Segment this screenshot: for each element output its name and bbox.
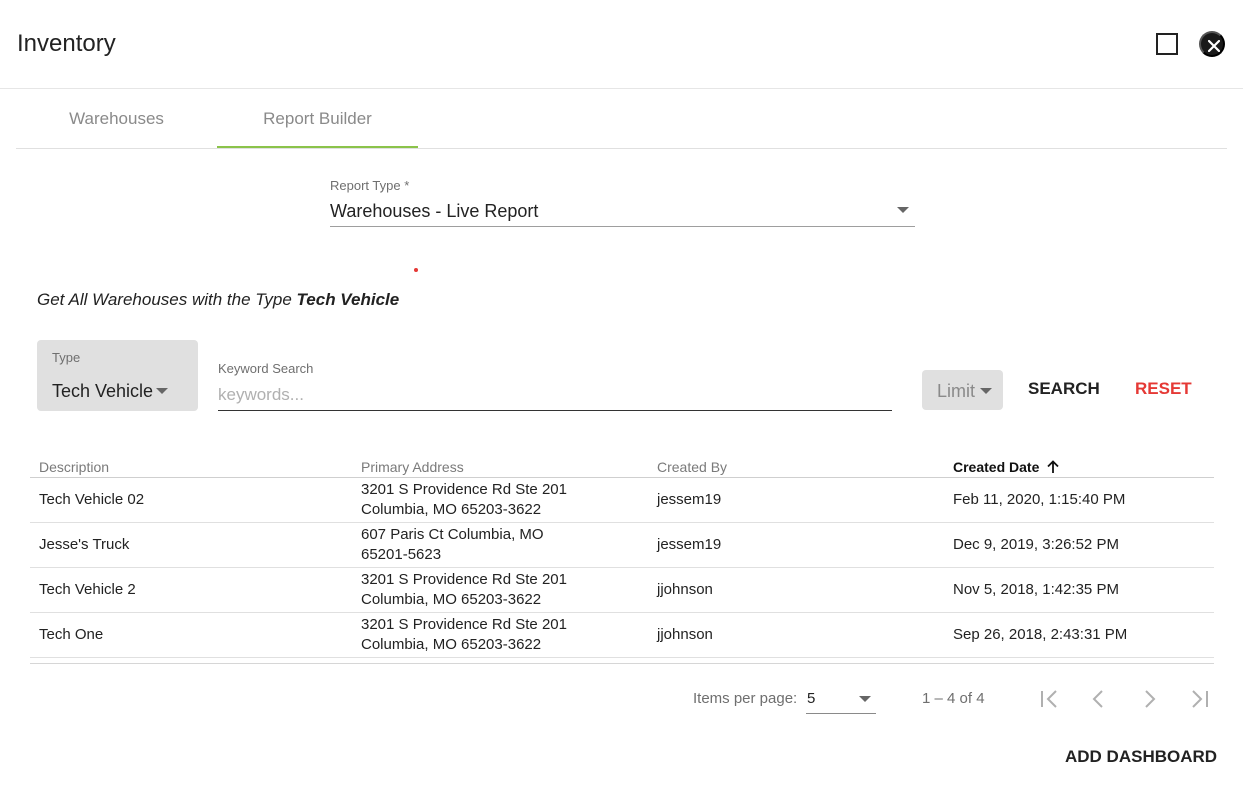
caret-down-icon xyxy=(156,388,168,394)
cell-description: Tech Vehicle 02 xyxy=(39,491,145,508)
query-description-type: Tech Vehicle xyxy=(296,290,400,309)
table-row[interactable]: Tech One 3201 S Providence Rd Ste 201 Col… xyxy=(30,613,1214,658)
tab-bar: Warehouses Report Builder xyxy=(16,89,1227,149)
next-page-icon[interactable] xyxy=(1136,686,1162,712)
table-bottom-divider xyxy=(30,663,1214,664)
column-header-created-by[interactable]: Created By xyxy=(657,459,727,475)
type-value: Tech Vehicle xyxy=(52,381,154,401)
indicator-dot xyxy=(414,268,418,272)
cell-created-by: jessem19 xyxy=(657,491,722,508)
limit-value: Limit xyxy=(937,381,976,401)
caret-down-icon xyxy=(897,207,909,213)
close-icon[interactable] xyxy=(1199,31,1225,57)
address-line-2: Columbia, MO 65203-3622 xyxy=(361,591,542,608)
type-label: Type xyxy=(52,350,81,365)
caret-down-icon xyxy=(980,388,992,394)
query-description-prefix: Get All Warehouses with the Type xyxy=(37,290,297,309)
table-row[interactable]: Tech Vehicle 02 3201 S Providence Rd Ste… xyxy=(30,478,1214,523)
items-per-page-select[interactable]: 5 xyxy=(806,688,876,714)
add-dashboard-button[interactable]: ADD DASHBOARD xyxy=(1065,747,1217,767)
search-button[interactable]: SEARCH xyxy=(1028,379,1100,399)
report-type-select[interactable]: Report Type * Warehouses - Live Report xyxy=(330,176,915,227)
cell-primary-address: 3201 S Providence Rd Ste 201 Columbia, MO… xyxy=(361,615,591,655)
tab-report-builder[interactable]: Report Builder xyxy=(217,89,418,148)
cell-description: Tech Vehicle 2 xyxy=(39,581,136,598)
table-row[interactable]: Jesse's Truck 607 Paris Ct Columbia, MO 6… xyxy=(30,523,1214,568)
cell-description: Tech One xyxy=(39,626,104,643)
address-line-1: 3201 S Providence Rd Ste 201 xyxy=(361,571,567,588)
keyword-search-input[interactable] xyxy=(218,384,888,406)
column-header-created-date-label: Created Date xyxy=(953,459,1040,475)
window-header: Inventory xyxy=(0,0,1243,89)
address-line-1: 607 Paris Ct Columbia, MO xyxy=(361,526,544,543)
page-range-label: 1 – 4 of 4 xyxy=(922,690,985,707)
warehouses-table: Description Primary Address Created By C… xyxy=(30,456,1214,658)
caret-down-icon xyxy=(859,696,871,702)
cell-created-date: Feb 11, 2020, 1:15:40 PM xyxy=(953,491,1126,508)
first-page-icon[interactable] xyxy=(1037,686,1063,712)
cell-created-by: jjohnson xyxy=(657,626,713,643)
window-title: Inventory xyxy=(17,30,116,57)
maximize-icon[interactable] xyxy=(1156,33,1178,55)
items-per-page-label: Items per page: xyxy=(693,690,798,707)
report-type-label: Report Type * xyxy=(330,178,410,193)
items-per-page-value: 5 xyxy=(807,690,816,707)
cell-created-date: Dec 9, 2019, 3:26:52 PM xyxy=(953,536,1119,553)
address-line-1: 3201 S Providence Rd Ste 201 xyxy=(361,481,567,498)
table-row[interactable]: Tech Vehicle 2 3201 S Providence Rd Ste … xyxy=(30,568,1214,613)
tab-warehouses[interactable]: Warehouses xyxy=(16,89,217,148)
column-header-primary-address[interactable]: Primary Address xyxy=(361,459,464,475)
previous-page-icon[interactable] xyxy=(1086,686,1112,712)
last-page-icon[interactable] xyxy=(1186,686,1212,712)
cell-primary-address: 3201 S Providence Rd Ste 201 Columbia, MO… xyxy=(361,480,591,520)
cell-created-by: jessem19 xyxy=(657,536,722,553)
cell-primary-address: 3201 S Providence Rd Ste 201 Columbia, MO… xyxy=(361,570,591,610)
table-header: Description Primary Address Created By C… xyxy=(30,456,1214,478)
limit-select[interactable]: Limit xyxy=(922,370,1003,410)
address-line-2: 65201-5623 xyxy=(361,546,442,563)
keyword-search-field: Keyword Search xyxy=(218,360,892,411)
type-select[interactable]: Type Tech Vehicle xyxy=(37,340,198,411)
cell-created-date: Sep 26, 2018, 2:43:31 PM xyxy=(953,626,1128,643)
query-description: Get All Warehouses with the Type Tech Ve… xyxy=(37,290,399,310)
address-line-2: Columbia, MO 65203-3622 xyxy=(361,501,542,518)
report-type-value: Warehouses - Live Report xyxy=(330,201,539,221)
keyword-search-label: Keyword Search xyxy=(218,361,314,376)
arrow-up-icon xyxy=(1047,460,1060,477)
address-line-2: Columbia, MO 65203-3622 xyxy=(361,636,542,653)
cell-created-date: Nov 5, 2018, 1:42:35 PM xyxy=(953,581,1119,598)
cell-primary-address: 607 Paris Ct Columbia, MO 65201-5623 xyxy=(361,525,591,565)
cell-description: Jesse's Truck xyxy=(39,536,130,553)
reset-button[interactable]: RESET xyxy=(1135,379,1192,399)
cell-created-by: jjohnson xyxy=(657,581,713,598)
column-header-description[interactable]: Description xyxy=(39,459,109,475)
column-header-created-date[interactable]: Created Date xyxy=(953,459,1060,477)
address-line-1: 3201 S Providence Rd Ste 201 xyxy=(361,616,567,633)
